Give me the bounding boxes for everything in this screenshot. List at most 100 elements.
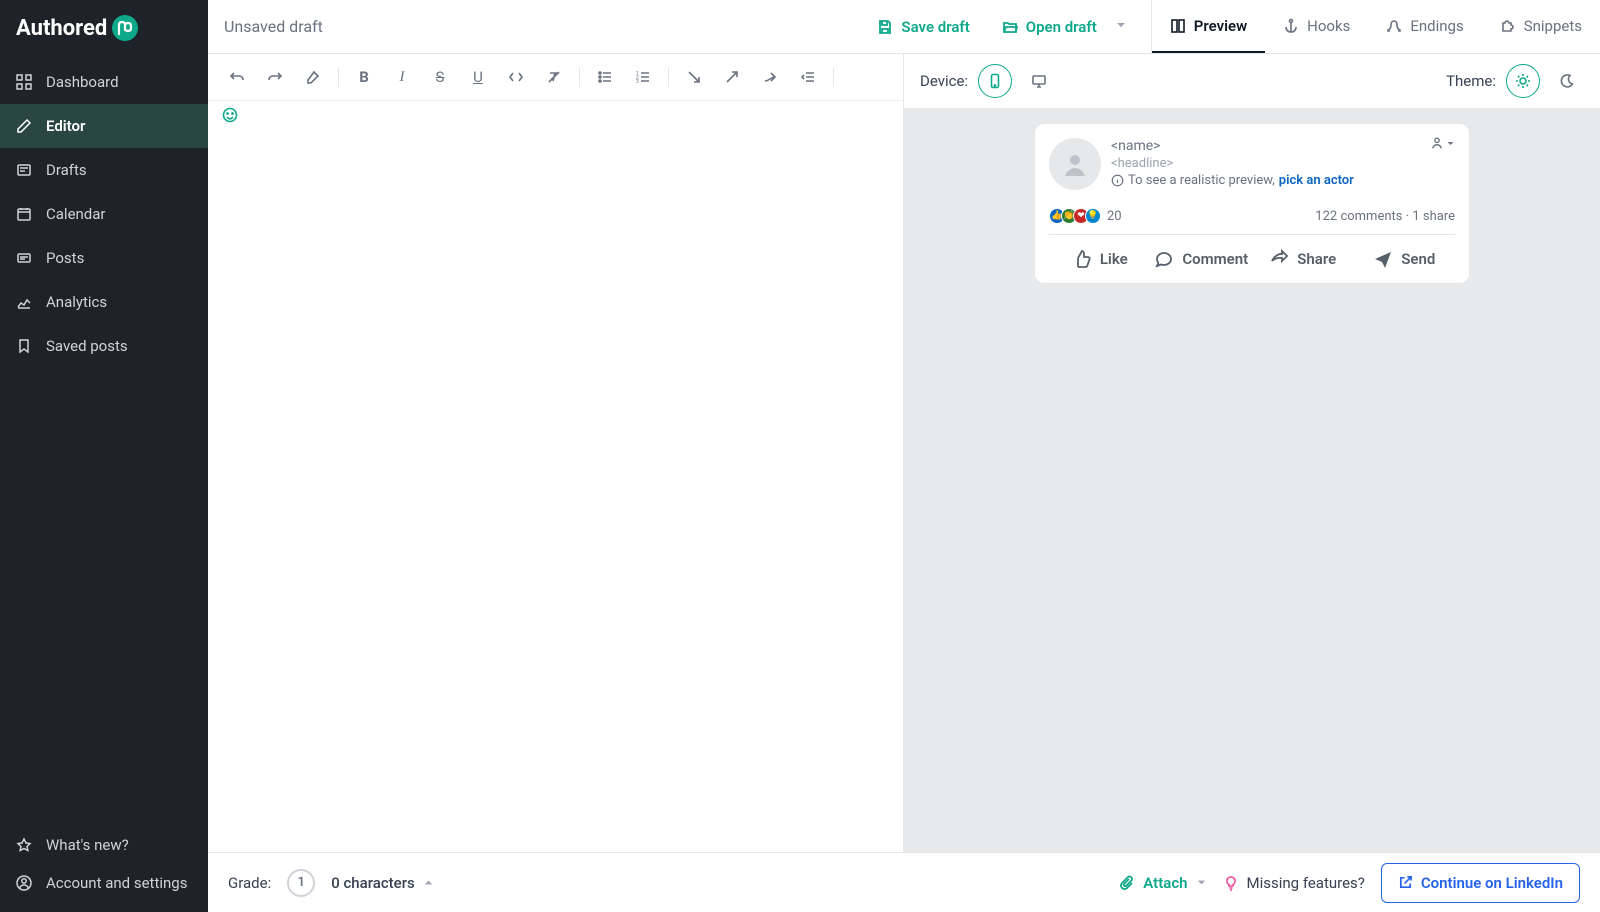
clear-format-button[interactable] (539, 62, 569, 92)
editor-body[interactable] (208, 141, 903, 852)
theme-light-button[interactable] (1506, 64, 1540, 98)
missing-features-button[interactable]: Missing features? (1223, 874, 1365, 892)
sidebar-item-account-settings[interactable]: Account and settings (0, 864, 208, 902)
preview-body: <name> <headline> To see a realistic pre… (904, 109, 1600, 852)
desktop-icon (1031, 73, 1047, 89)
sidebar-item-whats-new[interactable]: What's new? (0, 826, 208, 864)
preview-icon (1170, 18, 1186, 34)
tab-label: Endings (1410, 17, 1463, 35)
bold-button[interactable]: B (349, 62, 379, 92)
sidebar-item-saved-posts[interactable]: Saved posts (0, 324, 208, 368)
post-header: <name> <headline> To see a realistic pre… (1049, 138, 1455, 190)
tab-endings[interactable]: Endings (1368, 0, 1481, 53)
code-icon (508, 69, 524, 85)
sidebar-item-label: What's new? (46, 836, 129, 854)
sidebar-item-label: Posts (46, 249, 84, 267)
post-action-label: Share (1297, 250, 1336, 268)
strikethrough-button[interactable]: S (425, 62, 455, 92)
char-count[interactable]: 0 characters (331, 874, 434, 892)
numbered-list-button[interactable]: 123 (628, 62, 658, 92)
save-draft-label: Save draft (901, 18, 969, 36)
attach-button[interactable]: Attach (1119, 874, 1206, 892)
post-comment-button[interactable]: Comment (1151, 235, 1253, 283)
open-draft-button[interactable]: Open draft (992, 12, 1107, 42)
theme-dark-button[interactable] (1550, 64, 1584, 98)
clear-format-icon (546, 69, 562, 85)
post-hint-text: To see a realistic preview, (1128, 173, 1275, 188)
sidebar-item-editor[interactable]: Editor (0, 104, 208, 148)
tab-hooks[interactable]: Hooks (1265, 0, 1368, 53)
tab-label: Preview (1194, 17, 1247, 35)
post-send-button[interactable]: Send (1354, 235, 1456, 283)
continue-linkedin-button[interactable]: Continue on LinkedIn (1381, 863, 1580, 903)
device-label: Device: (920, 72, 968, 90)
underline-button[interactable]: U (463, 62, 493, 92)
post-actor-dropdown[interactable] (1430, 136, 1455, 150)
redo-icon (267, 69, 283, 85)
sidebar-item-analytics[interactable]: Analytics (0, 280, 208, 324)
preview-toolbar: Device: Theme: (904, 54, 1600, 109)
code-button[interactable] (501, 62, 531, 92)
italic-button[interactable]: I (387, 62, 417, 92)
post-name: <name> (1111, 138, 1455, 154)
omega-icon (1386, 18, 1402, 34)
redo-button[interactable] (260, 62, 290, 92)
arrow-rd-icon (686, 69, 702, 85)
emoji-button[interactable] (208, 101, 903, 141)
sidebar-item-dashboard[interactable]: Dashboard (0, 60, 208, 104)
save-draft-button[interactable]: Save draft (867, 12, 979, 42)
sidebar: Authored Dashboard Editor (0, 0, 208, 912)
outdent-button[interactable] (793, 62, 823, 92)
posts-icon (14, 250, 34, 266)
post-hint: To see a realistic preview, pick an acto… (1111, 173, 1455, 188)
sun-icon (1515, 73, 1531, 89)
chevron-up-icon (423, 877, 434, 888)
sidebar-item-label: Saved posts (46, 337, 128, 355)
post-share-button[interactable]: Share (1252, 235, 1354, 283)
external-link-icon (1398, 875, 1413, 890)
arrow-next-button[interactable] (755, 62, 785, 92)
undo-button[interactable] (222, 62, 252, 92)
toolbar-separator (668, 67, 669, 87)
logo-text: Authored (16, 16, 107, 41)
bottom-bar: Grade: 1 0 characters Attach Missing fea… (208, 852, 1600, 912)
pick-actor-link[interactable]: pick an actor (1279, 173, 1354, 188)
editor-toolbar: B I S U 123 (208, 54, 903, 101)
erase-icon (305, 69, 321, 85)
post-headline: <headline> (1111, 156, 1455, 171)
paperclip-icon (1119, 875, 1135, 891)
device-desktop-button[interactable] (1022, 64, 1056, 98)
share-icon (1269, 249, 1289, 269)
bookmark-icon (14, 338, 34, 354)
arrow-next-icon (762, 69, 778, 85)
tab-preview[interactable]: Preview (1152, 0, 1265, 53)
sidebar-item-drafts[interactable]: Drafts (0, 148, 208, 192)
post-like-button[interactable]: Like (1049, 235, 1151, 283)
mid-row: B I S U 123 (208, 54, 1600, 852)
bullet-list-button[interactable] (590, 62, 620, 92)
pencil-icon (14, 118, 34, 134)
sidebar-item-posts[interactable]: Posts (0, 236, 208, 280)
open-draft-dropdown[interactable] (1107, 15, 1135, 39)
sidebar-item-label: Analytics (46, 293, 107, 311)
sidebar-item-calendar[interactable]: Calendar (0, 192, 208, 236)
preview-panel: Device: Theme: (904, 54, 1600, 852)
top-row-tabs: Preview Hooks Endings Snippets (1152, 0, 1600, 53)
engagement-text: 122 comments · 1 share (1315, 209, 1455, 224)
post-card: <name> <headline> To see a realistic pre… (1034, 123, 1470, 284)
tab-label: Snippets (1524, 17, 1582, 35)
arrow-right-down-button[interactable] (679, 62, 709, 92)
theme-label: Theme: (1446, 72, 1496, 90)
drafts-icon (14, 162, 34, 178)
anchor-icon (1283, 18, 1299, 34)
erase-button[interactable] (298, 62, 328, 92)
post-action-label: Like (1100, 250, 1128, 268)
tab-snippets[interactable]: Snippets (1482, 0, 1600, 53)
dashboard-icon (14, 74, 34, 90)
toolbar-separator (833, 67, 834, 87)
sidebar-item-label: Drafts (46, 161, 87, 179)
arrow-right-up-button[interactable] (717, 62, 747, 92)
bold-icon: B (359, 68, 369, 86)
missing-features-label: Missing features? (1247, 874, 1365, 892)
device-mobile-button[interactable] (978, 64, 1012, 98)
